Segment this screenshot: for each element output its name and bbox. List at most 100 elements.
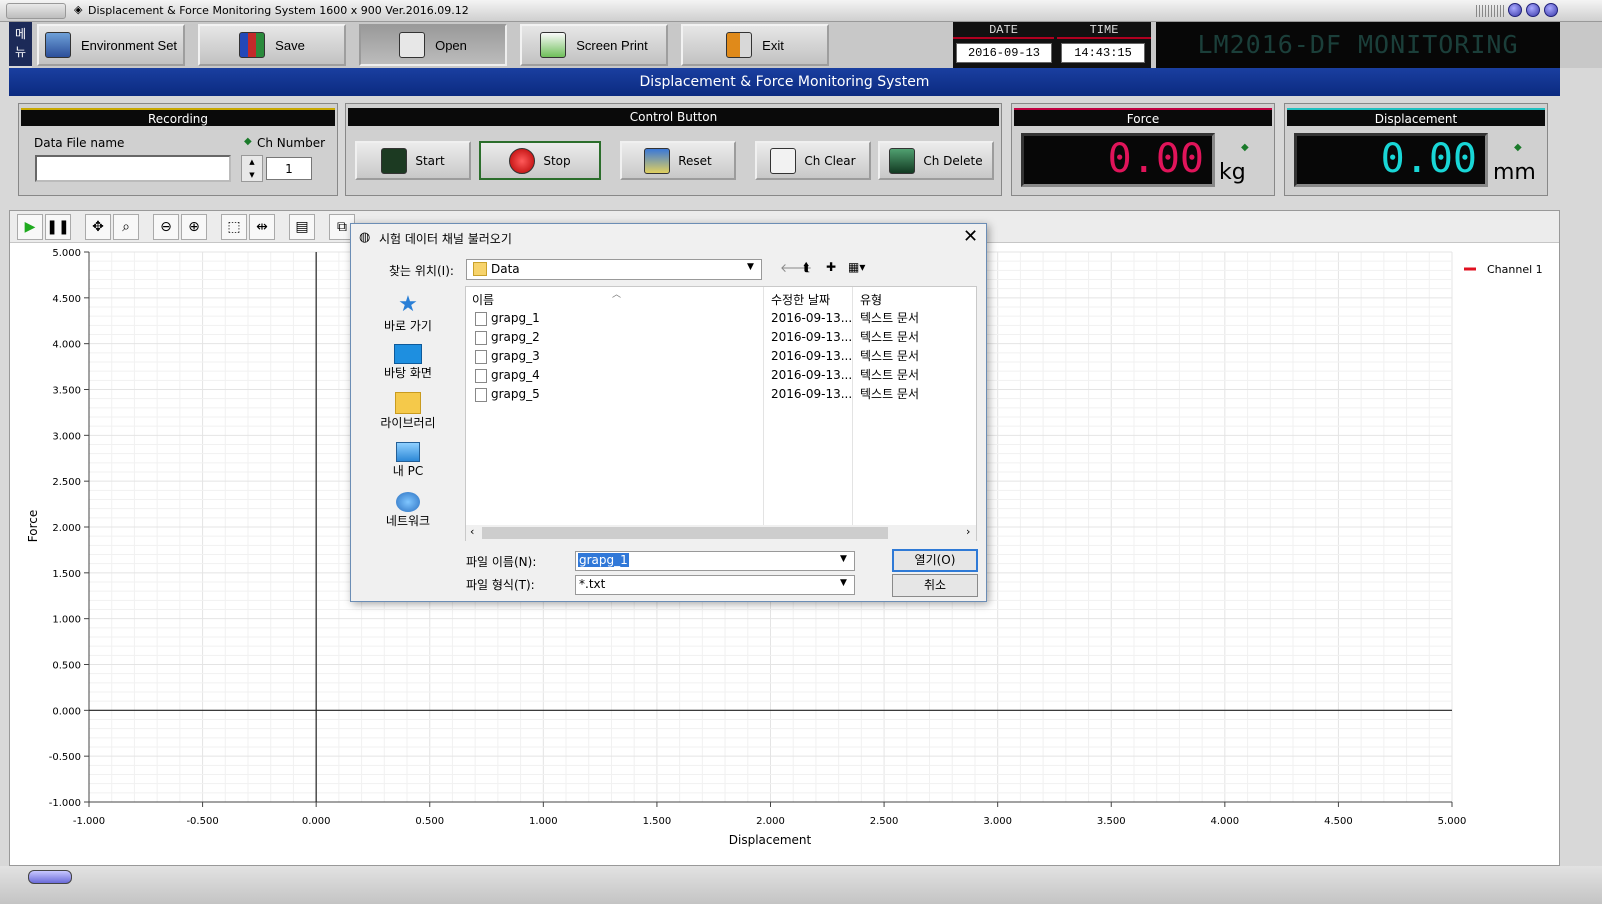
stop-icon: [509, 147, 536, 174]
reset-button[interactable]: Reset: [620, 141, 736, 180]
save-label: Save: [275, 37, 305, 53]
horizontal-scrollbar[interactable]: ‹ ›: [466, 525, 976, 541]
view-menu-icon[interactable]: ▦▾: [848, 260, 865, 274]
file-row[interactable]: grapg_1 2016-09-13... 텍스트 문서: [466, 309, 976, 328]
force-unit: kg: [1219, 160, 1246, 185]
up-folder-icon[interactable]: ⮬: [803, 260, 810, 275]
dialog-close-icon[interactable]: ✕: [963, 226, 978, 247]
ch-number-label: Ch Number: [257, 136, 326, 150]
ch-number-input[interactable]: [266, 157, 312, 180]
x-tick-label: 0.000: [302, 816, 331, 827]
file-row[interactable]: grapg_4 2016-09-13... 텍스트 문서: [466, 366, 976, 385]
file-name: grapg_4: [491, 368, 540, 382]
x-tick-label: 2.000: [756, 816, 785, 827]
column-header-type[interactable]: 유형: [860, 291, 882, 308]
force-title: Force: [1014, 108, 1272, 126]
file-name: grapg_2: [491, 330, 540, 344]
filename-value: grapg_1: [578, 553, 629, 567]
exit-button[interactable]: Exit: [681, 24, 829, 66]
folder-icon: [473, 262, 487, 276]
ch-delete-button[interactable]: Ch Delete: [878, 141, 994, 180]
play-icon[interactable]: ▶: [17, 214, 43, 240]
time-label: TIME: [1057, 22, 1151, 39]
file-date: 2016-09-13...: [771, 368, 853, 382]
quick-access-pc[interactable]: 내 PC: [363, 442, 453, 479]
filetype-value: *.txt: [579, 577, 606, 591]
cancel-button[interactable]: 취소: [892, 574, 978, 597]
open-folder-icon: [399, 32, 426, 58]
chevron-down-icon[interactable]: ▼: [840, 554, 847, 564]
cursor-split-icon[interactable]: ⇹: [249, 214, 275, 240]
y-tick-label: 0.500: [52, 661, 81, 672]
column-header-name[interactable]: 이름: [472, 291, 494, 308]
displacement-unit: mm: [1493, 160, 1536, 185]
brand-display: LM2016-DF MONITORING: [1156, 22, 1560, 68]
taskbar-toggle-icon[interactable]: [28, 870, 72, 884]
window-title-bar: ◈ Displacement & Force Monitoring System…: [0, 0, 1602, 22]
maximize-icon[interactable]: [1526, 3, 1540, 17]
text-file-icon: [475, 388, 487, 402]
zoom-in-icon[interactable]: ⊕: [181, 214, 207, 240]
date-value: 2016-09-13: [956, 43, 1052, 63]
exit-label: Exit: [762, 37, 784, 53]
scroll-right-icon[interactable]: ›: [966, 525, 970, 538]
open-button[interactable]: Open: [359, 24, 507, 66]
close-icon[interactable]: [1544, 3, 1558, 17]
stepper-down-icon[interactable]: ▼: [242, 169, 262, 181]
x-tick-label: -0.500: [186, 816, 218, 827]
chevron-down-icon[interactable]: ▼: [840, 578, 847, 588]
quick-access-shortcut[interactable]: ★ 바로 가기: [363, 292, 453, 334]
start-button[interactable]: Start: [355, 141, 471, 180]
filename-input[interactable]: grapg_1 ▼: [575, 551, 855, 571]
ch-number-stepper[interactable]: ▲ ▼: [241, 155, 263, 182]
select-box-icon[interactable]: ⬚: [221, 214, 247, 240]
chevron-down-icon[interactable]: ▼: [747, 262, 754, 272]
open-confirm-button[interactable]: 열기(O): [892, 549, 978, 572]
zoom-fit-icon[interactable]: ⌕: [113, 214, 139, 240]
stepper-up-icon[interactable]: ▲: [242, 156, 262, 169]
quick-access-label: 바로 가기: [384, 319, 432, 333]
y-tick-label: 4.000: [52, 340, 81, 351]
quick-access-desktop[interactable]: 바탕 화면: [363, 344, 453, 381]
quick-access-label: 네트워크: [385, 514, 431, 528]
date-label: DATE: [953, 22, 1054, 39]
filetype-select[interactable]: *.txt ▼: [575, 575, 855, 595]
file-type: 텍스트 문서: [860, 311, 920, 325]
quick-access-library[interactable]: 라이브러리: [363, 392, 453, 431]
pause-icon[interactable]: ❚❚: [45, 214, 71, 240]
file-row[interactable]: grapg_2 2016-09-13... 텍스트 문서: [466, 328, 976, 347]
stop-label: Stop: [543, 153, 571, 168]
location-value: Data: [491, 262, 520, 276]
scroll-thumb[interactable]: [482, 527, 888, 539]
screen-print-button[interactable]: Screen Print: [520, 24, 668, 66]
location-select[interactable]: Data ▼: [466, 259, 762, 280]
y-tick-label: 5.000: [52, 248, 81, 259]
printer-icon: [540, 32, 567, 58]
pan-icon[interactable]: ✥: [85, 214, 111, 240]
environment-set-button[interactable]: Environment Set: [37, 24, 185, 66]
data-file-name-input[interactable]: [35, 155, 231, 182]
dialog-title: 시험 데이터 채널 불러오기: [379, 232, 512, 246]
zoom-out-icon[interactable]: ⊖: [153, 214, 179, 240]
file-row[interactable]: grapg_3 2016-09-13... 텍스트 문서: [466, 347, 976, 366]
column-header-date[interactable]: 수정한 날짜: [771, 291, 830, 308]
eraser-icon: [770, 147, 797, 174]
file-row[interactable]: grapg_5 2016-09-13... 텍스트 문서: [466, 385, 976, 404]
force-indicator-icon: ◆: [1241, 142, 1249, 153]
x-tick-label: 4.500: [1324, 816, 1353, 827]
network-icon: [396, 492, 420, 512]
quick-access-network[interactable]: 네트워크: [363, 492, 453, 529]
menu-tab[interactable]: 메 뉴: [9, 22, 32, 66]
y-tick-label: 3.000: [52, 431, 81, 442]
new-folder-icon[interactable]: ✚: [826, 260, 836, 274]
scroll-left-icon[interactable]: ‹: [470, 525, 474, 538]
minimize-icon[interactable]: [1508, 3, 1522, 17]
y-axis-label: Force: [26, 510, 40, 542]
save-button[interactable]: Save: [198, 24, 346, 66]
x-tick-label: 5.000: [1438, 816, 1467, 827]
stop-button[interactable]: Stop: [479, 141, 601, 180]
y-tick-label: -0.500: [49, 752, 81, 763]
force-value-display: 0.00: [1021, 133, 1215, 187]
ch-clear-button[interactable]: Ch Clear: [755, 141, 871, 180]
properties-icon[interactable]: ▤: [289, 214, 315, 240]
